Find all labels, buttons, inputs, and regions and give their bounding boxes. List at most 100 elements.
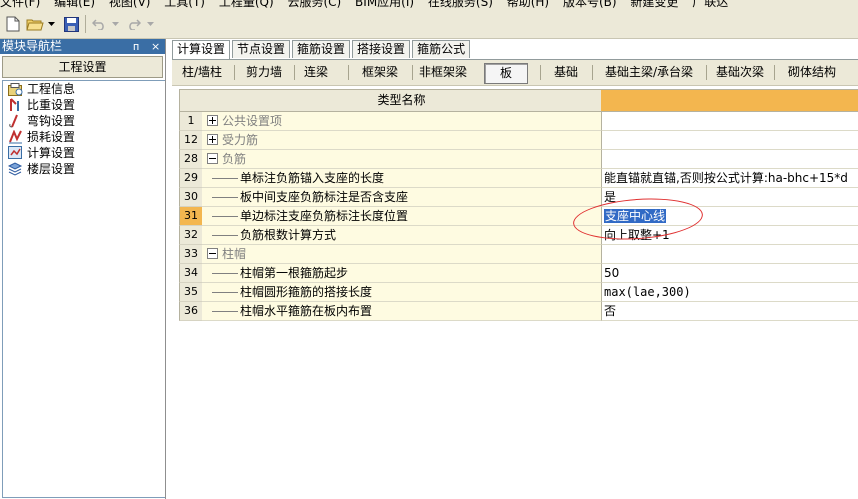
menu-glodon[interactable]: 广联达	[692, 0, 728, 9]
subtab-slab[interactable]: 板	[484, 63, 528, 84]
subtab-coupling-beam[interactable]: 连梁	[296, 63, 336, 82]
subtab-separator	[774, 65, 775, 80]
subtab-masonry[interactable]: 砌体结构	[776, 63, 848, 82]
table-row[interactable]: 33 柱帽	[179, 245, 858, 264]
subtab-non-frame-beam[interactable]: 非框架梁	[414, 63, 472, 82]
dropdown-arrow-icon[interactable]	[145, 15, 155, 33]
menu-edit[interactable]: 编辑(E)	[54, 0, 95, 9]
row-value[interactable]	[601, 131, 858, 150]
selected-value-text[interactable]: 支座中心线	[604, 209, 667, 223]
toolbar-separator	[85, 15, 86, 33]
nav-item-loss-setting[interactable]: 损耗设置	[3, 129, 165, 145]
row-name-cell: 柱帽第一根箍筋起步	[202, 264, 601, 283]
tree-connector	[212, 292, 238, 293]
expand-plus-icon[interactable]	[207, 115, 218, 126]
menu-new-change[interactable]: 新建变更	[630, 0, 678, 9]
tab-lap-settings[interactable]: 搭接设置	[352, 40, 411, 58]
nav-item-weight-setting[interactable]: 比重设置	[3, 97, 165, 113]
tree-connector	[212, 178, 238, 179]
tab-stirrup-formula[interactable]: 箍筋公式	[412, 40, 471, 58]
table-row[interactable]: 34 柱帽第一根箍筋起步 50	[179, 264, 858, 283]
row-value[interactable]: max(lae,300)	[601, 283, 858, 302]
save-icon[interactable]	[62, 15, 80, 33]
open-folder-icon[interactable]	[26, 15, 44, 33]
row-name: 单边标注支座负筋标注长度位置	[240, 209, 409, 223]
subtab-frame-beam[interactable]: 框架梁	[350, 63, 410, 82]
menu-cloud[interactable]: 云服务(C)	[287, 0, 341, 9]
row-value[interactable]: 否	[601, 302, 858, 321]
row-value[interactable]	[601, 245, 858, 264]
table-row[interactable]: 29 单标注负筋锚入支座的长度 能直锚就直锚,否则按公式计算:ha-bhc+15…	[179, 169, 858, 188]
weight-setting-icon	[7, 98, 23, 112]
row-name-cell: 柱帽水平箍筋在板内布置	[202, 302, 601, 321]
row-name: 单标注负筋锚入支座的长度	[240, 171, 385, 185]
menu-view[interactable]: 视图(V)	[109, 0, 151, 9]
table-row[interactable]: 1 公共设置项	[179, 112, 858, 131]
row-number: 35	[179, 283, 203, 302]
table-row[interactable]: 35 柱帽圆形箍筋的搭接长度 max(lae,300)	[179, 283, 858, 302]
row-name: 板中间支座负筋标注是否含支座	[240, 190, 409, 204]
expand-plus-icon[interactable]	[207, 134, 218, 145]
project-info-icon	[7, 82, 23, 96]
nav-item-project-info[interactable]: 工程信息	[3, 81, 165, 97]
table-row[interactable]: 36 柱帽水平箍筋在板内布置 否	[179, 302, 858, 321]
new-file-icon[interactable]	[4, 15, 22, 33]
row-number: 32	[179, 226, 203, 245]
menu-help[interactable]: 帮助(H)	[507, 0, 549, 9]
close-icon[interactable]: ×	[151, 39, 160, 54]
undo-icon[interactable]	[90, 15, 108, 33]
menu-quantity[interactable]: 工程量(Q)	[219, 0, 274, 9]
table-row[interactable]: 12 受力筋	[179, 131, 858, 150]
collapse-minus-icon[interactable]	[207, 153, 218, 164]
subtab-separator	[706, 65, 707, 80]
row-name: 柱帽第一根箍筋起步	[240, 266, 349, 280]
nav-item-label: 比重设置	[27, 98, 76, 112]
settings-grid: 类型名称 1 公共设置项 12 受力筋 28 负筋 29 单标注负筋锚入支座的长…	[179, 89, 858, 499]
subtab-separator	[294, 65, 295, 80]
pin-icon[interactable]: ᴨ	[133, 39, 139, 54]
tab-node-settings[interactable]: 节点设置	[232, 40, 291, 58]
dropdown-arrow-icon[interactable]	[46, 15, 56, 33]
collapse-minus-icon[interactable]	[207, 248, 218, 259]
redo-icon[interactable]	[125, 15, 143, 33]
row-value[interactable]: 50	[601, 264, 858, 283]
row-value-editor[interactable]: 支座中心线	[601, 207, 858, 226]
subtab-shear-wall[interactable]: 剪力墙	[236, 63, 292, 82]
menu-version[interactable]: 版本号(B)	[563, 0, 617, 9]
nav-title-bar: 模块导航栏 ᴨ ×	[0, 39, 165, 54]
calc-setting-icon	[7, 146, 23, 160]
nav-item-label: 损耗设置	[27, 130, 76, 144]
nav-item-calc-setting[interactable]: 计算设置	[3, 145, 165, 161]
tree-connector	[212, 273, 238, 274]
row-name: 柱帽	[222, 247, 247, 261]
tab-stirrup-settings[interactable]: 箍筋设置	[292, 40, 351, 58]
menu-tools[interactable]: 工具(T)	[164, 0, 205, 9]
grid-header-type-name[interactable]: 类型名称	[202, 89, 601, 112]
tab-calc-settings[interactable]: 计算设置	[172, 40, 231, 59]
row-name-cell: 公共设置项	[202, 112, 601, 131]
row-value[interactable]: 能直锚就直锚,否则按公式计算:ha-bhc+15*d	[601, 169, 858, 188]
dropdown-arrow-icon[interactable]	[110, 15, 120, 33]
menu-online[interactable]: 在线服务(S)	[428, 0, 493, 9]
row-value[interactable]	[601, 112, 858, 131]
nav-section-header[interactable]: 工程设置	[2, 56, 163, 78]
row-value[interactable]: 是	[601, 188, 858, 207]
menu-file[interactable]: 文件(F)	[0, 0, 40, 9]
nav-item-floor-setting[interactable]: 楼层设置	[3, 161, 165, 177]
row-value[interactable]	[601, 150, 858, 169]
nav-item-hook-setting[interactable]: 弯钩设置	[3, 113, 165, 129]
subtab-foundation-main-beam[interactable]: 基础主梁/承台梁	[594, 63, 704, 82]
row-value[interactable]: 向上取整+1	[601, 226, 858, 245]
table-row[interactable]: 30 板中间支座负筋标注是否含支座 是	[179, 188, 858, 207]
subtab-column[interactable]: 柱/墙柱	[172, 63, 232, 82]
grid-header: 类型名称	[179, 89, 858, 112]
table-row[interactable]: 28 负筋	[179, 150, 858, 169]
row-number: 36	[179, 302, 203, 321]
subtab-separator	[234, 65, 235, 80]
subtab-foundation[interactable]: 基础	[542, 63, 590, 82]
table-row[interactable]: 32 负筋根数计算方式 向上取整+1	[179, 226, 858, 245]
grid-header-value[interactable]	[601, 89, 858, 112]
menu-bim[interactable]: BIM应用(I)	[355, 0, 414, 9]
subtab-foundation-secondary-beam[interactable]: 基础次梁	[708, 63, 772, 82]
table-row-selected[interactable]: 31 单边标注支座负筋标注长度位置 支座中心线	[179, 207, 858, 226]
